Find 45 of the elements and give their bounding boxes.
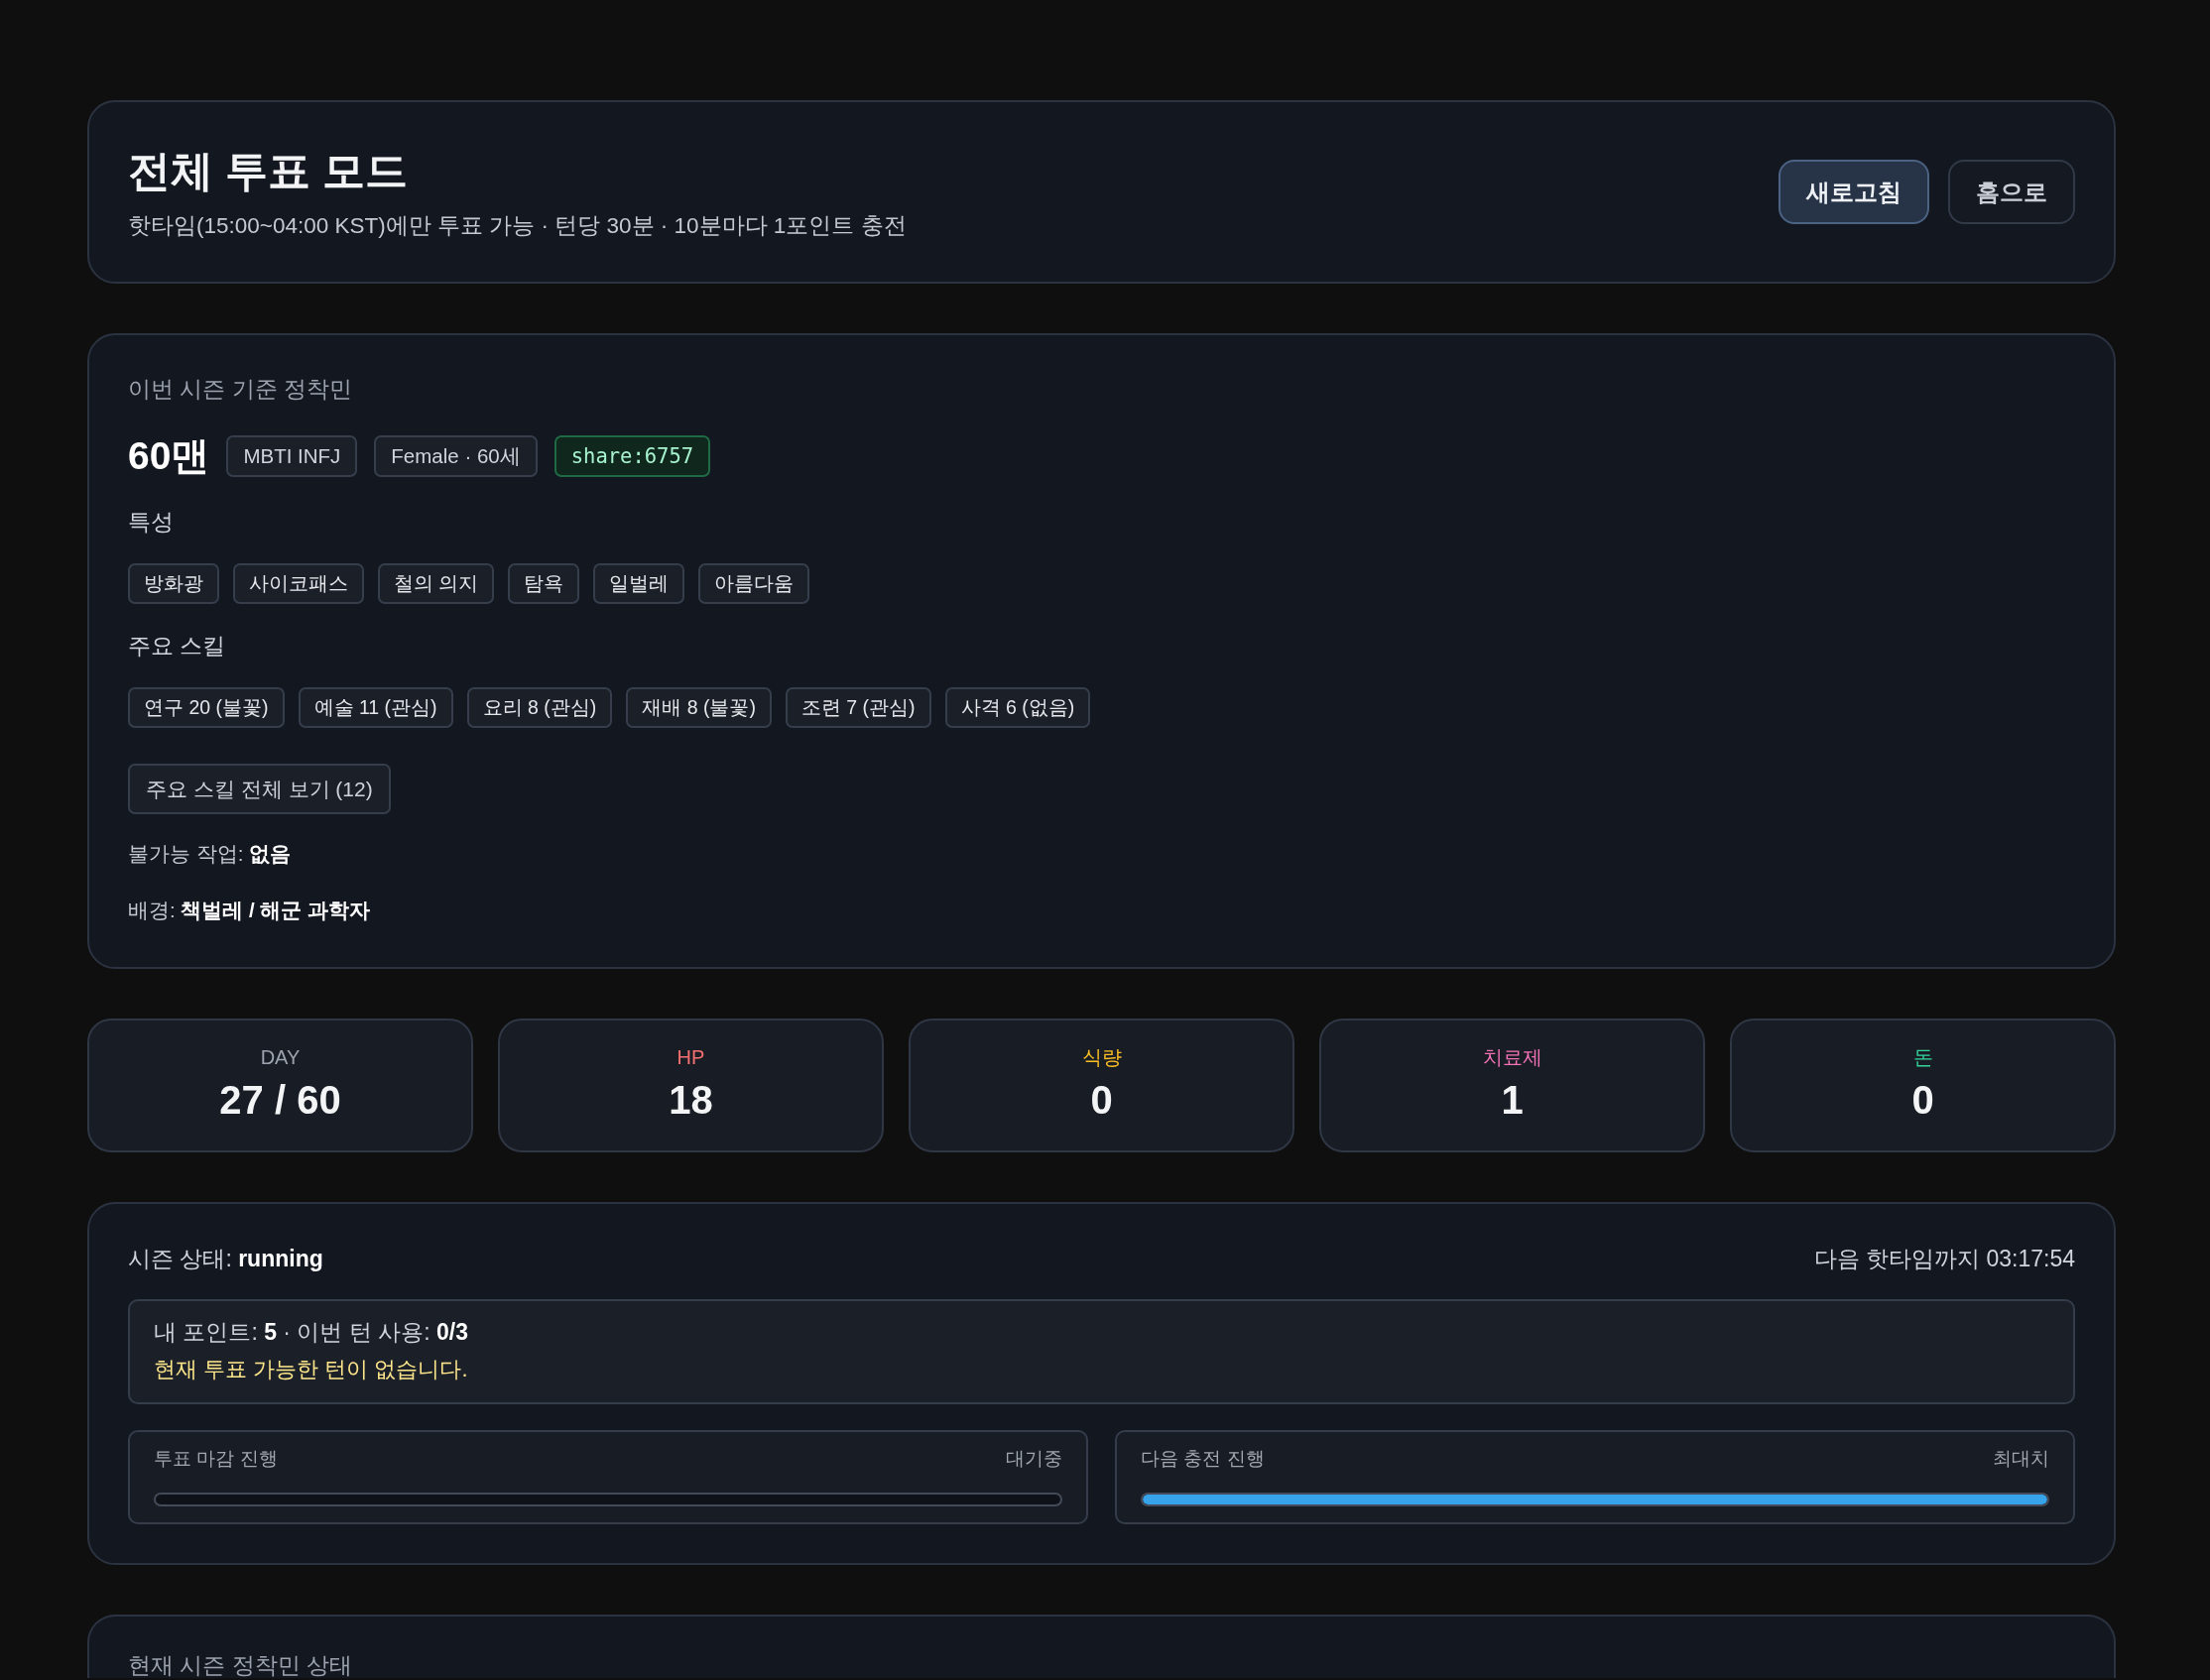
progress-state: 대기중 xyxy=(1006,1447,1062,1471)
trait-tag: 사이코패스 xyxy=(233,563,364,604)
skill-tag: 재배 8 (불꽃) xyxy=(626,687,772,728)
info-tag: MBTI INFJ xyxy=(226,435,358,477)
show-all-skills-button[interactable]: 주요 스킬 전체 보기 (12) xyxy=(128,764,391,814)
section-heading: 주요 스킬 xyxy=(128,633,226,660)
countdown-text: 다음 핫타임까지 03:17:54 xyxy=(1813,1245,2075,1273)
trait-tag: 일벌레 xyxy=(593,563,685,604)
home-button[interactable]: 홈으로 xyxy=(1948,160,2075,224)
notice-text: 현재 투표 가능한 턴이 없습니다. xyxy=(154,1356,469,1383)
stat-value: 0 xyxy=(1911,1077,1934,1124)
trait-tag: 아름다움 xyxy=(698,563,810,604)
settler-name: 60맨 xyxy=(128,433,210,479)
section-caption: 이번 시즌 기준 정착민 xyxy=(128,375,353,404)
stat-label: 치료제 xyxy=(1482,1045,1542,1070)
trait-tag: 철의 의지 xyxy=(378,563,495,604)
progress-label: 다음 충전 진행 xyxy=(1141,1447,1265,1471)
trait-tag: 방화광 xyxy=(128,563,219,604)
skill-tag: 요리 8 (관심) xyxy=(466,687,613,728)
stat-value: 1 xyxy=(1501,1077,1524,1124)
points-text: 내 포인트: 5 · 이번 턴 사용: 0/3 xyxy=(154,1318,469,1347)
page-subtitle: 핫타임(15:00~04:00 KST)에만 투표 가능 · 턴당 30분 · 10분마다 1포인트 충전 xyxy=(128,211,907,240)
page-title: 전체 투표 모드 xyxy=(128,145,409,196)
progress-state: 최대치 xyxy=(1993,1447,2049,1471)
skill-tag: 사격 6 (없음) xyxy=(944,687,1091,728)
skill-tag: 조련 7 (관심) xyxy=(785,687,931,728)
progress-label: 투표 마감 진행 xyxy=(154,1447,278,1471)
trait-tag: 탐욕 xyxy=(508,563,580,604)
section-title: 현재 시즌 정착민 상태 xyxy=(128,1652,354,1678)
section-heading: 특성 xyxy=(128,509,174,537)
stat-label: 식량 xyxy=(1081,1045,1122,1070)
skill-tag: 연구 20 (불꽃) xyxy=(128,687,285,728)
stat-value: 0 xyxy=(1090,1077,1113,1124)
info-tag: Female · 60세 xyxy=(374,435,538,477)
info-line: 배경: 책벌레 / 해군 과학자 xyxy=(128,898,371,923)
stat-value: 18 xyxy=(669,1077,713,1124)
share-code-tag: share:6757 xyxy=(553,435,711,477)
info-line: 불가능 작업: 없음 xyxy=(128,841,292,867)
stat-value: 27 / 60 xyxy=(219,1077,341,1124)
stat-label: 돈 xyxy=(1912,1045,1933,1070)
stat-label: HP xyxy=(676,1045,705,1070)
season-status: 시즌 상태: running xyxy=(128,1245,323,1273)
stat-label: DAY xyxy=(260,1045,301,1070)
skill-tag: 예술 11 (관심) xyxy=(298,687,453,728)
refresh-button[interactable]: 새로고침 xyxy=(1779,160,1929,224)
